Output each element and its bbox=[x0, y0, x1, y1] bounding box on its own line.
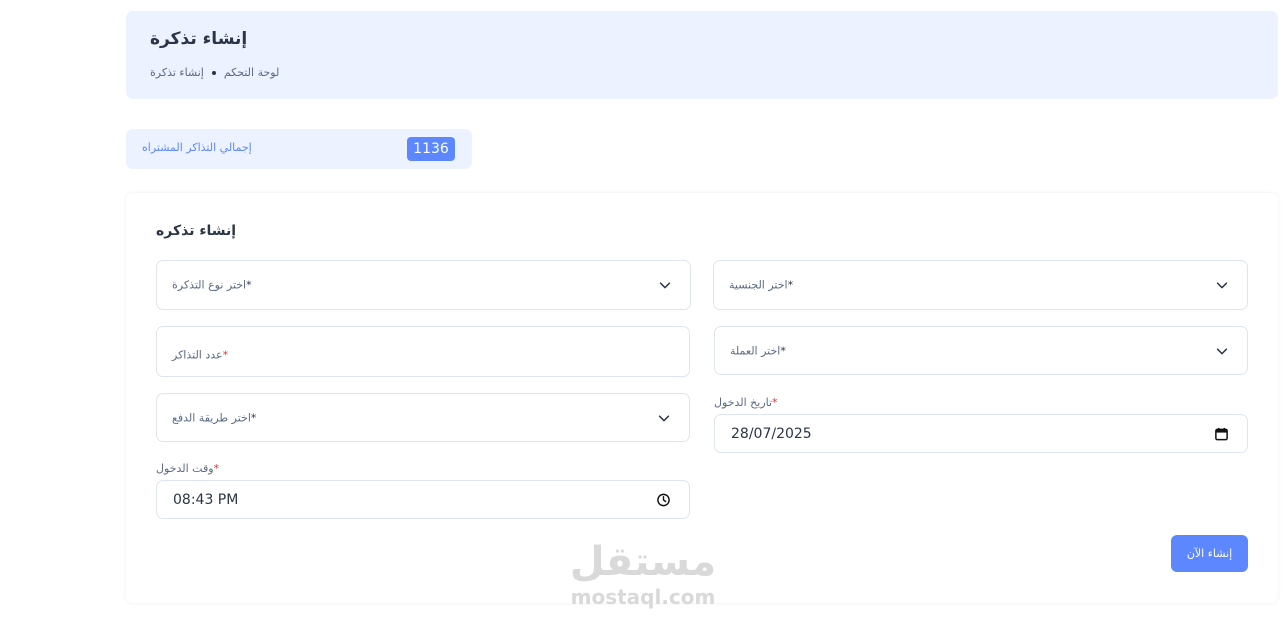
chevron-down-icon bbox=[1216, 282, 1228, 289]
entry-date-label: تاريخ الدخول* bbox=[714, 396, 778, 409]
clock-icon[interactable] bbox=[656, 492, 671, 507]
create-ticket-form: إنشاء تذكره اختر نوع التذكرة* اختر الجنس… bbox=[126, 193, 1278, 603]
nationality-select[interactable]: اختر الجنسية* bbox=[713, 260, 1248, 310]
breadcrumb-link-dashboard[interactable]: لوحة التحكم bbox=[224, 66, 279, 79]
form-title: إنشاء تذكره bbox=[156, 223, 237, 239]
required-marker: * bbox=[780, 344, 786, 357]
entry-date-value: 28/07/2025 bbox=[731, 425, 812, 442]
currency-select[interactable]: اختر العملة* bbox=[714, 326, 1248, 375]
chevron-down-icon bbox=[659, 282, 671, 289]
page-header: إنشاء تذكرة إنشاء تذكرة لوحة التحكم bbox=[126, 11, 1278, 99]
chevron-down-icon bbox=[658, 414, 670, 421]
currency-placeholder: اختر العملة bbox=[730, 344, 781, 357]
required-marker: * bbox=[787, 278, 794, 292]
payment-method-select[interactable]: اختر طريقة الدفع* bbox=[156, 393, 690, 442]
ticket-count-placeholder: عدد التذاكر bbox=[172, 348, 223, 362]
required-marker: * bbox=[222, 348, 229, 362]
ticket-type-placeholder: اختر نوع التذكرة bbox=[172, 278, 247, 292]
create-now-button[interactable]: إنشاء الآن bbox=[1171, 535, 1248, 572]
calendar-icon[interactable] bbox=[1214, 426, 1229, 441]
total-tickets-card: إجمالي التذاكر المشتراه 1136 bbox=[126, 129, 472, 169]
page-title: إنشاء تذكرة bbox=[150, 29, 248, 49]
entry-time-input[interactable]: 08:43 PM bbox=[156, 480, 690, 519]
breadcrumb: إنشاء تذكرة لوحة التحكم bbox=[150, 66, 279, 79]
breadcrumb-separator-dot bbox=[211, 70, 216, 75]
entry-time-value: 08:43 PM bbox=[173, 491, 239, 508]
payment-method-placeholder: اختر طريقة الدفع bbox=[172, 411, 251, 424]
required-marker: * bbox=[250, 411, 257, 424]
required-marker: * bbox=[772, 396, 778, 409]
total-tickets-count-badge: 1136 bbox=[407, 137, 455, 161]
required-marker: * bbox=[246, 278, 252, 292]
chevron-down-icon bbox=[1216, 347, 1228, 354]
breadcrumb-current: إنشاء تذكرة bbox=[150, 66, 204, 79]
required-marker: * bbox=[213, 462, 220, 475]
ticket-count-input[interactable]: عدد التذاكر* bbox=[156, 326, 690, 377]
entry-date-input[interactable]: 28/07/2025 bbox=[714, 414, 1248, 453]
entry-time-label: وقت الدخول* bbox=[156, 462, 220, 475]
nationality-placeholder: اختر الجنسية bbox=[729, 278, 788, 292]
total-tickets-label: إجمالي التذاكر المشتراه bbox=[142, 141, 252, 154]
ticket-type-select[interactable]: اختر نوع التذكرة* bbox=[156, 260, 691, 310]
